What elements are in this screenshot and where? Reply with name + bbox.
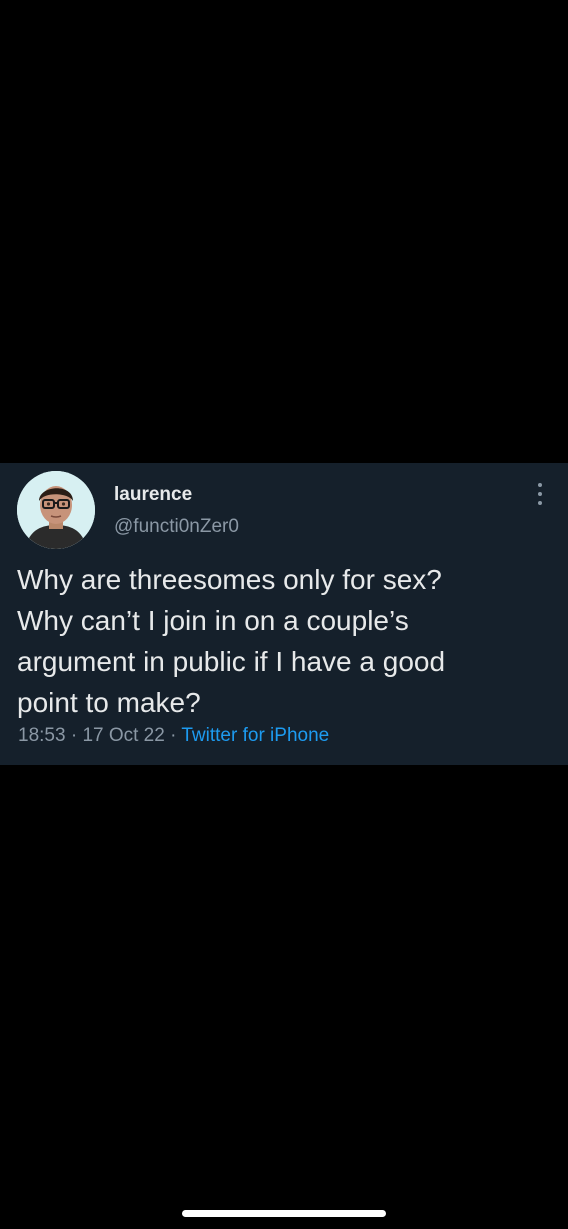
tweet-text-line: argument in public if I have a good [17, 646, 446, 677]
dot [538, 492, 542, 496]
more-vertical-icon[interactable] [534, 483, 546, 505]
dot [538, 501, 542, 505]
tweet-card[interactable]: laurence @functi0nZer0 Why are threesome… [0, 463, 568, 765]
tweet-text: Why are threesomes only for sex? Why can… [17, 559, 547, 723]
separator: · [65, 725, 83, 746]
display-name[interactable]: laurence [114, 484, 192, 506]
tweet-meta: 18:53 · 17 Oct 22 · Twitter for iPhone [18, 725, 329, 747]
avatar[interactable] [17, 471, 95, 549]
tweet-time[interactable]: 18:53 [18, 725, 66, 746]
tweet-text-line: point to make? [17, 687, 201, 718]
screen: laurence @functi0nZer0 Why are threesome… [0, 0, 568, 1229]
tweet-date[interactable]: 17 Oct 22 [82, 725, 164, 746]
user-avatar-icon [17, 471, 95, 549]
tweet-source-link[interactable]: Twitter for iPhone [181, 725, 329, 746]
tweet-text-line: Why are threesomes only for sex? [17, 564, 442, 595]
tweet-text-line: Why can’t I join in on a couple’s [17, 605, 409, 636]
separator: · [164, 725, 182, 746]
home-indicator[interactable] [182, 1210, 386, 1217]
handle[interactable]: @functi0nZer0 [114, 516, 239, 538]
dot [538, 483, 542, 487]
